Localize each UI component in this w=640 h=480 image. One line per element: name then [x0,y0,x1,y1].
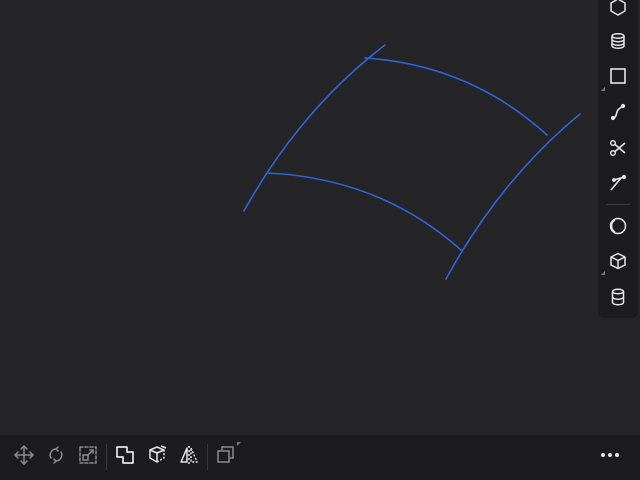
sphere-icon [608,216,628,236]
pen-icon [608,173,628,193]
tool-layers[interactable] [598,24,638,58]
submenu-indicator [601,271,605,275]
scale-button[interactable] [73,441,103,473]
curve-icon [608,102,628,122]
tool-curve[interactable] [598,95,638,129]
rotate-icon [45,444,67,470]
viewport-canvas[interactable] [0,0,640,435]
tool-sphere[interactable] [598,209,638,243]
tool-hexagon[interactable] [598,0,638,24]
toolbar-divider [207,444,208,470]
more-button[interactable] [595,441,625,473]
cube-icon [608,251,628,271]
toolbar-divider [606,204,630,205]
tool-scissors[interactable] [598,131,638,165]
tool-cylinder[interactable] [598,280,638,314]
rectangle-icon [608,66,628,86]
move-icon [13,444,35,470]
viewport[interactable] [0,0,640,435]
extrude-button[interactable] [142,441,172,473]
layers-icon [608,31,628,51]
duplicate-icon [215,444,237,470]
hexagon-icon [608,0,628,17]
bottom-toolbar [0,435,640,480]
submenu-indicator [237,442,241,446]
mirror-icon [178,444,200,470]
cylinder-icon [608,287,628,307]
extrude-icon [146,444,168,470]
scale-icon [77,444,99,470]
boolean-button[interactable] [110,441,140,473]
right-toolbar [598,0,638,318]
app-window [0,0,640,480]
surface-edge-bottom[interactable] [266,172,462,251]
tool-pen[interactable] [598,166,638,200]
more-icon [599,444,621,470]
surface-edge-top[interactable] [364,57,548,136]
surface-edge-left[interactable] [243,44,386,212]
submenu-indicator [601,87,605,91]
rotate-button[interactable] [41,441,71,473]
move-button[interactable] [9,441,39,473]
scissors-icon [608,138,628,158]
boolean-icon [114,444,136,470]
surface-edge-right[interactable] [445,113,581,280]
mirror-button[interactable] [174,441,204,473]
toolbar-divider [106,444,107,470]
